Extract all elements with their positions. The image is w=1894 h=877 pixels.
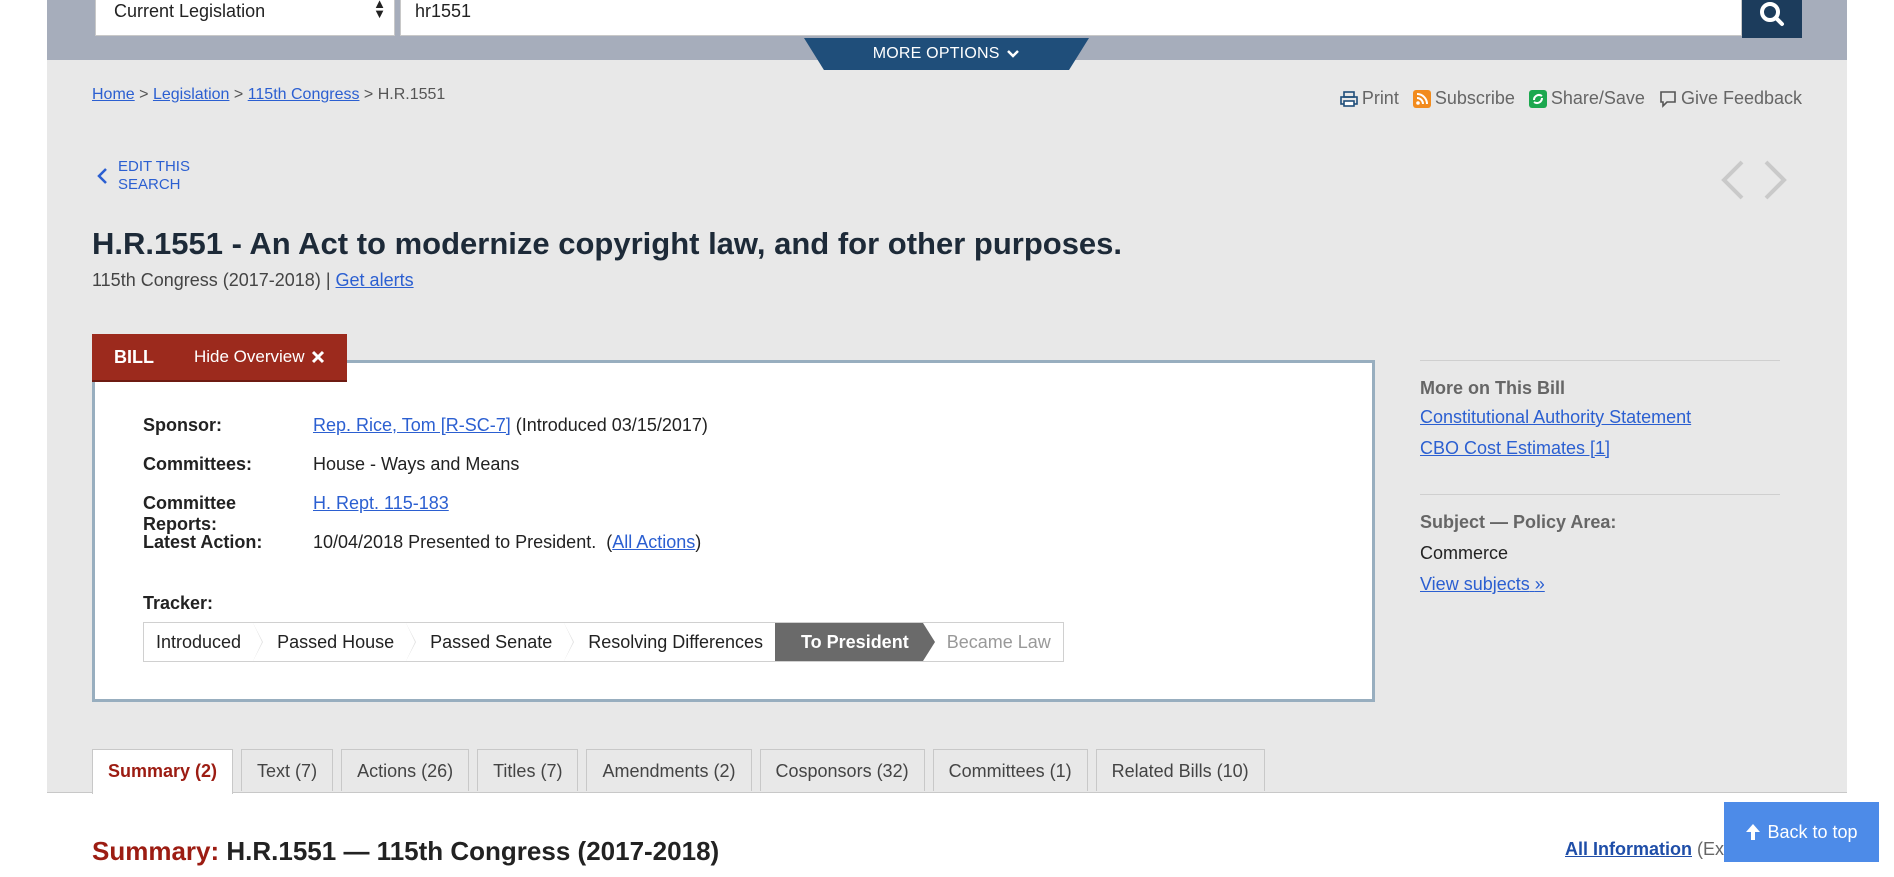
close-icon [311,350,324,364]
tracker-step-passed-senate: Passed Senate [406,623,575,661]
sponsor-row: Sponsor: Rep. Rice, Tom [R-SC-7] (Introd… [143,415,708,436]
print-icon [1340,90,1358,107]
sponsor-link[interactable]: Rep. Rice, Tom [R-SC-7] [313,415,511,435]
tracker-step-passed-house: Passed House [253,623,417,661]
breadcrumb-home[interactable]: Home [92,86,135,103]
committees-key: Committees: [143,454,253,474]
back-to-top-button[interactable]: Back to top [1724,802,1879,862]
all-actions-link[interactable]: All Actions [612,532,695,552]
search-button[interactable] [1742,0,1802,38]
tracker-step-resolving-differences: Resolving Differences [588,632,763,652]
edit-search-link[interactable]: EDIT THIS SEARCH [96,158,208,194]
more-options-button[interactable]: MORE OPTIONS [804,38,1089,70]
share-save-button[interactable]: Share/Save [1528,88,1645,109]
previous-result-icon[interactable] [1720,158,1746,202]
breadcrumb-separator: > [363,86,374,103]
tab-summary[interactable]: Summary (2) [92,749,234,794]
chevron-left-icon [97,168,107,184]
committee-reports-row: Committee Reports: H. Rept. 115-183 [143,493,449,535]
search-icon [1760,2,1784,26]
cbo-cost-estimates-link[interactable]: CBO Cost Estimates [1] [1420,438,1610,458]
tracker-step-to-president: To President [775,623,935,661]
summary-heading-text: H.R.1551 — 115th Congress (2017-2018) [226,836,720,866]
view-subjects-link[interactable]: View subjects » [1420,574,1545,594]
collection-select[interactable]: Current Legislation ▲ ▼ [95,0,395,36]
committees-value: House - Ways and Means [313,454,520,474]
tab-related-bills[interactable]: Related Bills (10) [1095,749,1265,791]
summary-label: Summary: [92,836,220,866]
congress-label: 115th Congress (2017-2018) [92,270,321,290]
all-information-link[interactable]: All Information [1565,839,1692,859]
more-on-bill-heading: More on This Bill [1420,378,1566,398]
page-tools: Print Subscribe Share/Save Give Feedback [1340,88,1802,109]
subscribe-label: Subscribe [1434,88,1515,108]
sidebar-divider [1420,360,1780,361]
feedback-icon [1660,90,1676,108]
tab-titles[interactable]: Titles (7) [477,749,579,791]
edit-search-label: EDIT THIS SEARCH [118,158,190,193]
give-feedback-button[interactable]: Give Feedback [1659,88,1802,109]
subscribe-button[interactable]: Subscribe [1412,88,1515,109]
chevron-down-icon [1007,49,1020,58]
bill-tab-label: BILL [114,346,154,367]
breadcrumb-current: H.R.1551 [377,86,446,103]
breadcrumb-separator: > [233,86,244,103]
back-to-top-label: Back to top [1767,821,1858,842]
collection-select-value: Current Legislation [114,1,266,21]
search-input-value: hr1551 [415,1,472,21]
double-chevron-right-icon: » [1534,574,1545,594]
committee-reports-key: Committee Reports: [143,493,237,534]
page-title: H.R.1551 - An Act to modernize copyright… [92,226,1123,261]
print-button[interactable]: Print [1340,88,1399,109]
tab-text[interactable]: Text (7) [241,749,334,791]
committees-row: Committees: House - Ways and Means [143,454,519,475]
tab-committees[interactable]: Committees (1) [932,749,1088,791]
give-feedback-label: Give Feedback [1680,88,1802,108]
subject-section: Subject — Policy Area: Commerce View sub… [1420,512,1780,595]
tracker-step-introduced: Introduced [144,623,264,661]
result-navigation [1720,158,1788,202]
tab-amendments[interactable]: Amendments (2) [586,749,752,791]
more-on-bill-section: More on This Bill Constitutional Authori… [1420,378,1780,459]
select-arrows-icon: ▲ ▼ [373,0,386,21]
latest-action-row: Latest Action: 10/04/2018 Presented to P… [143,532,702,552]
bill-tabs: Summary (2) Text (7) Actions (26) Titles… [92,749,1265,794]
tab-cosponsors[interactable]: Cosponsors (32) [759,749,925,791]
sponsor-key: Sponsor: [143,415,222,435]
congress-line: 115th Congress (2017-2018) | Get alerts [92,270,414,291]
latest-action-value: 10/04/2018 Presented to President. [313,532,597,552]
subject-heading: Subject — Policy Area: [1420,512,1617,532]
tab-actions[interactable]: Actions (26) [341,749,470,791]
tracker-step-became-law: Became Law [946,632,1051,652]
bill-tracker: Introduced Passed House Passed Senate Re… [143,622,1064,662]
next-result-icon[interactable] [1762,158,1788,202]
sidebar-divider [1420,494,1780,495]
subject-value: Commerce [1420,543,1509,563]
breadcrumb: Home > Legislation > 115th Congress > H.… [92,86,445,104]
breadcrumb-separator: > [139,86,149,103]
bill-tab: BILL Hide Overview [92,334,347,382]
hide-overview-label: Hide Overview [194,347,305,366]
hide-overview-button[interactable]: Hide Overview [176,334,347,380]
view-subjects-label: View subjects [1420,574,1530,594]
share-save-label: Share/Save [1550,88,1645,108]
constitutional-authority-link[interactable]: Constitutional Authority Statement [1420,407,1691,427]
tracker-label: Tracker: [143,593,214,613]
breadcrumb-legislation[interactable]: Legislation [153,86,230,103]
bill-overview-card: Sponsor: Rep. Rice, Tom [R-SC-7] (Introd… [92,360,1375,702]
more-options-label: MORE OPTIONS [872,45,1000,62]
get-alerts-link[interactable]: Get alerts [336,270,414,290]
divider: | [325,270,331,290]
sponsor-introduced: (Introduced 03/15/2017) [515,415,708,435]
committee-report-link[interactable]: H. Rept. 115-183 [313,493,449,513]
print-label: Print [1361,88,1399,108]
summary-heading: Summary: H.R.1551 — 115th Congress (2017… [92,836,719,867]
arrow-up-icon [1746,824,1761,840]
search-input[interactable]: hr1551 [400,0,1742,36]
latest-action-key: Latest Action: [143,532,263,552]
rss-icon [1412,89,1431,108]
breadcrumb-congress[interactable]: 115th Congress [248,86,360,103]
share-icon [1528,89,1547,108]
